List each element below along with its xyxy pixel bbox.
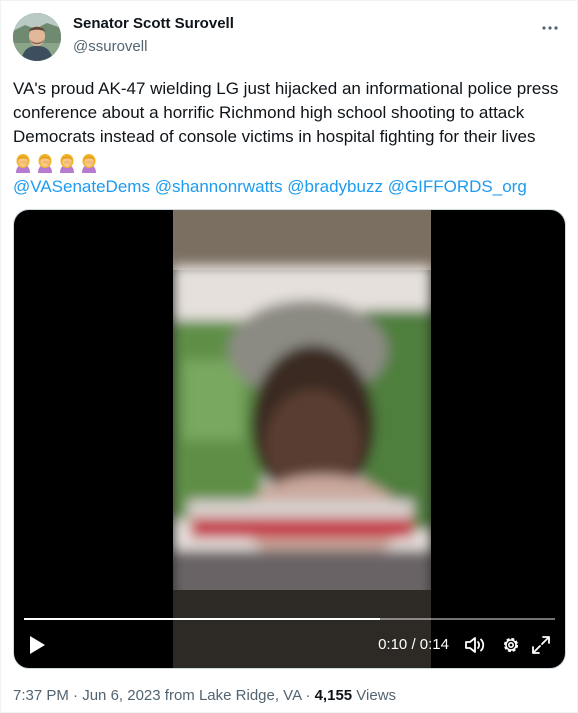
mention-link[interactable]: @VASenateDems — [13, 177, 150, 196]
settings-button[interactable] — [499, 634, 523, 656]
video-time: 0:10 / 0:14 — [378, 634, 449, 656]
volume-icon — [465, 637, 485, 653]
views-label: Views — [352, 687, 397, 704]
author-handle[interactable]: @ssurovell — [73, 37, 234, 57]
more-options-button[interactable] — [537, 15, 563, 41]
avatar[interactable] — [13, 13, 61, 61]
mention-link[interactable]: @GIFFORDS_org — [388, 177, 527, 196]
fullscreen-icon — [532, 636, 550, 654]
author-block: Senator Scott Surovell @ssurovell — [73, 14, 234, 57]
play-button[interactable] — [26, 634, 48, 656]
video-controls: 0:10 / 0:14 — [14, 624, 565, 668]
current-time: 0:10 — [378, 636, 408, 653]
views-count[interactable]: 4,155 — [315, 687, 353, 704]
settings-gear-icon — [503, 637, 519, 653]
volume-button[interactable] — [463, 634, 487, 656]
video-progress-bar[interactable] — [24, 618, 555, 620]
tweet-card: Senator Scott Surovell @ssurovell VA's p… — [0, 0, 578, 713]
video-frame — [173, 210, 431, 668]
mention-link[interactable]: @shannonrwatts — [155, 177, 283, 196]
play-icon — [30, 636, 45, 654]
tweet-time[interactable]: 7:37 PM — [13, 687, 69, 704]
time-separator: / — [407, 636, 420, 653]
tweet-body: VA's proud AK-47 wielding LG just hijack… — [13, 79, 559, 146]
author-name[interactable]: Senator Scott Surovell — [73, 14, 234, 34]
tweet-location: from Lake Ridge, VA — [160, 687, 302, 704]
emoji-row — [13, 151, 565, 175]
duration: 0:14 — [419, 636, 449, 653]
woman-facepalming-emoji — [60, 154, 74, 173]
tweet-text: VA's proud AK-47 wielding LG just hijack… — [13, 77, 565, 199]
tweet-meta: 7:37 PM · Jun 6, 2023 from Lake Ridge, V… — [13, 686, 396, 706]
avatar-photo — [13, 13, 61, 61]
video-progress-fill — [24, 618, 380, 620]
meta-dot: · — [68, 687, 83, 704]
mention-link[interactable]: @bradybuzz — [287, 177, 383, 196]
more-icon — [542, 26, 558, 30]
woman-facepalming-emoji — [16, 154, 30, 173]
mentions: @VASenateDems @shannonrwatts @bradybuzz … — [13, 175, 565, 199]
woman-facepalming-emoji — [38, 154, 52, 173]
fullscreen-button[interactable] — [529, 634, 553, 656]
video-player[interactable]: 0:10 / 0:14 — [13, 209, 566, 669]
tweet-date[interactable]: Jun 6, 2023 — [82, 687, 160, 704]
meta-dot: · — [301, 687, 315, 704]
woman-facepalming-emoji — [82, 154, 96, 173]
